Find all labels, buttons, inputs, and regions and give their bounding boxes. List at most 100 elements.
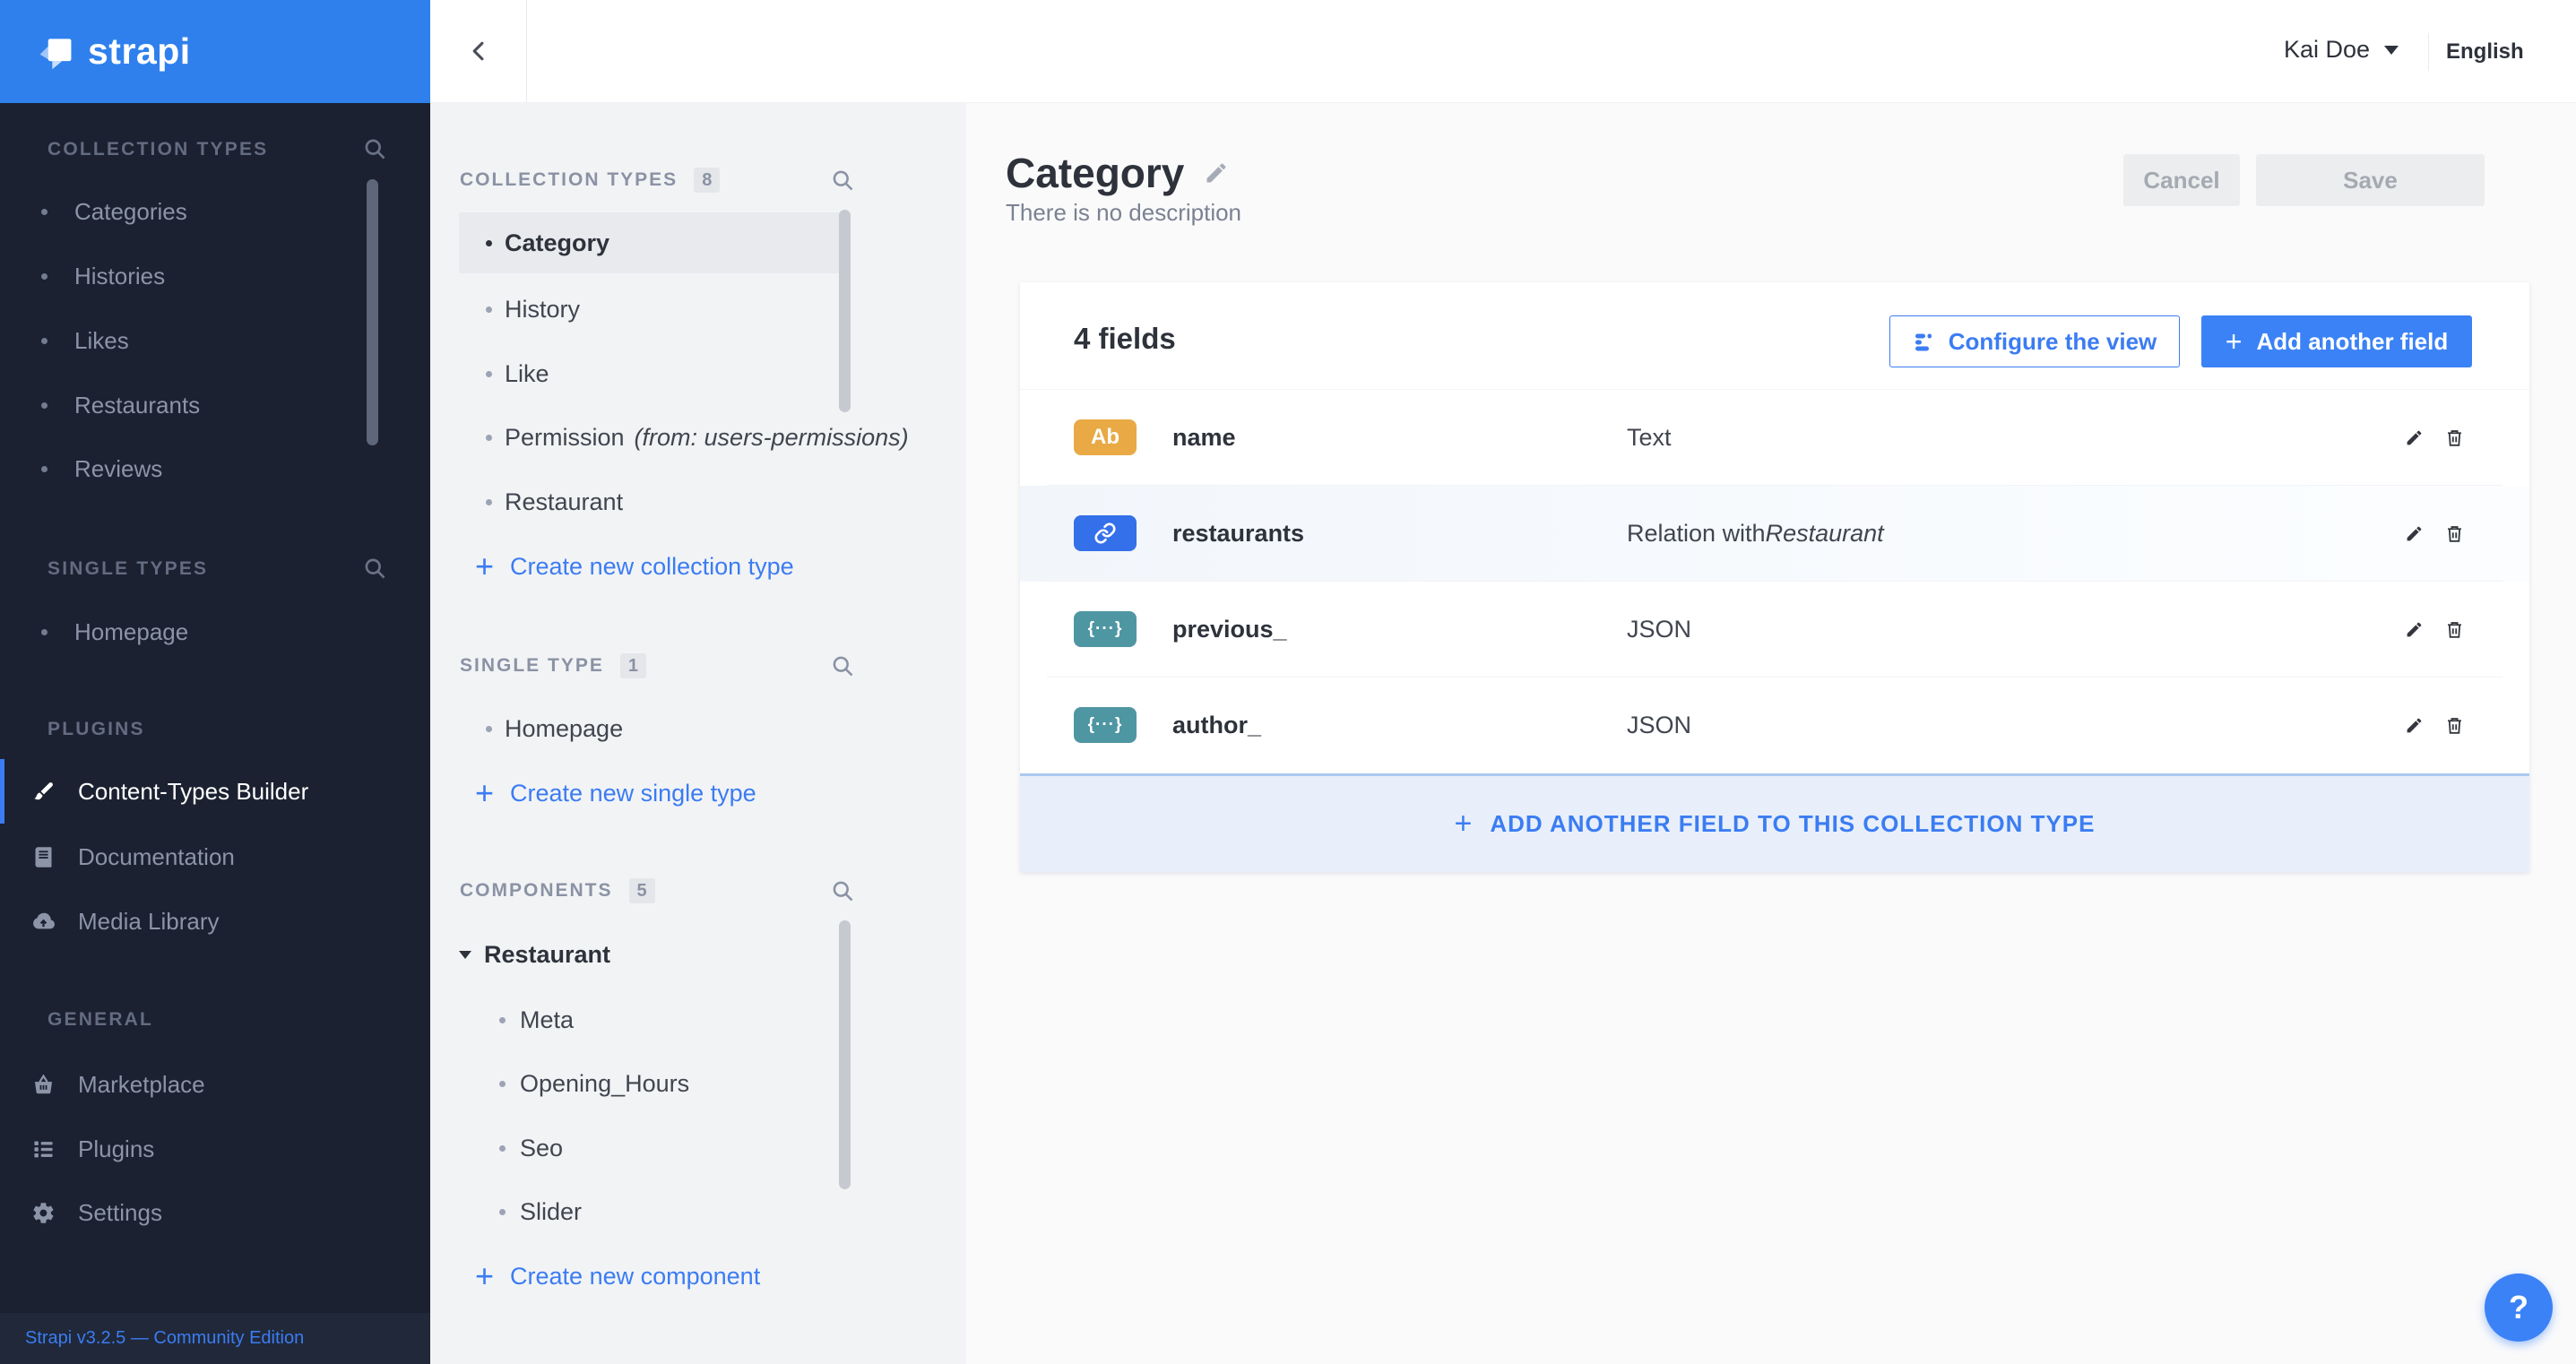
panel-item-slider[interactable]: Slider (430, 1192, 966, 1231)
bullet-icon (486, 725, 492, 732)
cancel-button[interactable]: Cancel (2123, 154, 2240, 206)
sidebar-section-general: GENERAL (48, 1009, 154, 1030)
sidebar-section-plugins: PLUGINS (48, 719, 145, 739)
search-icon[interactable] (830, 653, 855, 678)
bullet-icon (41, 628, 48, 635)
back-button[interactable] (455, 27, 504, 75)
panel-item-homepage[interactable]: Homepage (430, 709, 966, 748)
chevron-down-icon (2384, 45, 2399, 55)
field-name: name (1172, 424, 1236, 451)
sidebar-item-restaurants[interactable]: Restaurants (0, 385, 430, 425)
edit-icon[interactable] (2405, 620, 2424, 639)
text-field-icon: Ab (1074, 419, 1137, 455)
sidebar-scrollbar[interactable] (367, 179, 378, 445)
create-single-type-link[interactable]: + Create new single type (430, 773, 966, 813)
sidebar-item-documentation[interactable]: Documentation (0, 824, 430, 889)
panel-item-category[interactable]: Category (430, 223, 966, 263)
panel-item-like[interactable]: Like (430, 354, 966, 393)
panel-item-permission[interactable]: Permission (from: users-permissions) (430, 418, 966, 457)
bullet-icon (41, 401, 48, 409)
field-type: JSON (1627, 616, 1692, 643)
field-type: Relation with Restaurant (1627, 520, 1884, 547)
language-selector[interactable]: English (2446, 39, 2524, 65)
bullet-icon (486, 239, 492, 246)
bullet-icon (41, 208, 48, 215)
add-field-button[interactable]: + Add another field (2201, 315, 2472, 367)
bullet-icon (499, 1208, 506, 1215)
sidebar-item-categories[interactable]: Categories (0, 192, 430, 231)
bullet-icon (486, 434, 492, 441)
configure-view-button[interactable]: Configure the view (1889, 315, 2180, 367)
bullet-icon (499, 1080, 506, 1087)
trash-icon[interactable] (2445, 428, 2464, 447)
bullet-icon (41, 465, 48, 472)
panel-item-meta[interactable]: Meta (430, 1000, 966, 1040)
field-row-name[interactable]: Ab name Text (1020, 390, 2529, 486)
panel-scrollbar[interactable] (839, 920, 851, 1189)
edit-title-icon[interactable] (1204, 160, 1229, 186)
sidebar-item-reviews[interactable]: Reviews (0, 449, 430, 488)
content-types-panel: COLLECTION TYPES 8 Category History Like… (430, 103, 966, 1364)
bullet-icon (41, 337, 48, 344)
save-button[interactable]: Save (2256, 154, 2485, 206)
strapi-logo-text: strapi (88, 30, 191, 72)
sidebar-section-single-types: SINGLE TYPES (48, 558, 209, 579)
sidebar-item-likes[interactable]: Likes (0, 321, 430, 360)
topbar-divider (526, 0, 527, 102)
search-icon[interactable] (830, 878, 855, 903)
user-language-divider (2428, 33, 2429, 71)
trash-icon[interactable] (2445, 620, 2464, 639)
panel-section-components: COMPONENTS 5 (460, 878, 655, 903)
bullet-icon (486, 498, 492, 505)
count-badge: 1 (619, 653, 646, 678)
create-collection-type-link[interactable]: + Create new collection type (430, 547, 966, 586)
panel-item-history[interactable]: History (430, 289, 966, 329)
strapi-version-link[interactable]: Strapi v3.2.5 — Community Edition (25, 1328, 304, 1349)
field-row-previous[interactable]: {···} previous_ JSON (1020, 582, 2529, 678)
field-name: restaurants (1172, 520, 1305, 547)
bullet-icon (41, 272, 48, 280)
cloud-upload-icon (31, 910, 56, 934)
layout-icon (1913, 331, 1934, 352)
trash-icon[interactable] (2445, 524, 2464, 543)
field-row-author[interactable]: {···} author_ JSON (1020, 678, 2529, 773)
plus-icon: + (2225, 324, 2243, 358)
bullet-icon (499, 1144, 506, 1152)
caret-down-icon (459, 950, 471, 959)
panel-item-restaurant[interactable]: Restaurant (430, 482, 966, 522)
json-field-icon: {···} (1074, 707, 1137, 743)
basket-icon (31, 1073, 56, 1097)
help-button[interactable]: ? (2485, 1273, 2553, 1342)
sidebar-footer: Strapi v3.2.5 — Community Edition (0, 1313, 430, 1364)
panel-section-collection-types: COLLECTION TYPES 8 (460, 168, 721, 193)
sidebar-item-settings[interactable]: Settings (0, 1180, 430, 1245)
user-menu[interactable]: Kai Doe (2284, 36, 2399, 64)
strapi-logo[interactable]: strapi (0, 0, 430, 103)
edit-icon[interactable] (2405, 716, 2424, 735)
strapi-logo-icon (36, 32, 75, 72)
list-icon (31, 1137, 56, 1161)
count-badge: 8 (694, 168, 721, 193)
edit-icon[interactable] (2405, 524, 2424, 543)
search-icon[interactable] (830, 168, 855, 193)
sidebar-item-homepage[interactable]: Homepage (0, 612, 430, 652)
sidebar-item-marketplace[interactable]: Marketplace (0, 1052, 430, 1117)
user-name: Kai Doe (2284, 36, 2371, 63)
component-group-restaurant[interactable]: Restaurant (459, 935, 966, 974)
panel-scrollbar[interactable] (839, 210, 851, 412)
create-component-link[interactable]: + Create new component (430, 1256, 966, 1296)
field-name: author_ (1172, 712, 1262, 738)
sidebar-item-content-types-builder[interactable]: Content-Types Builder (0, 759, 430, 824)
panel-item-seo[interactable]: Seo (430, 1128, 966, 1168)
add-field-footer-button[interactable]: + ADD ANOTHER FIELD TO THIS COLLECTION T… (1020, 773, 2529, 872)
sidebar-item-media-library[interactable]: Media Library (0, 889, 430, 954)
panel-item-opening-hours[interactable]: Opening_Hours (430, 1064, 966, 1103)
search-icon[interactable] (362, 136, 387, 161)
trash-icon[interactable] (2445, 716, 2464, 735)
sidebar-item-plugins[interactable]: Plugins (0, 1117, 430, 1181)
edit-icon[interactable] (2405, 428, 2424, 447)
main-sidebar: strapi COLLECTION TYPES Categories Histo… (0, 0, 430, 1364)
field-row-restaurants[interactable]: restaurants Relation with Restaurant (1020, 486, 2529, 582)
search-icon[interactable] (362, 556, 387, 581)
sidebar-item-histories[interactable]: Histories (0, 256, 430, 296)
